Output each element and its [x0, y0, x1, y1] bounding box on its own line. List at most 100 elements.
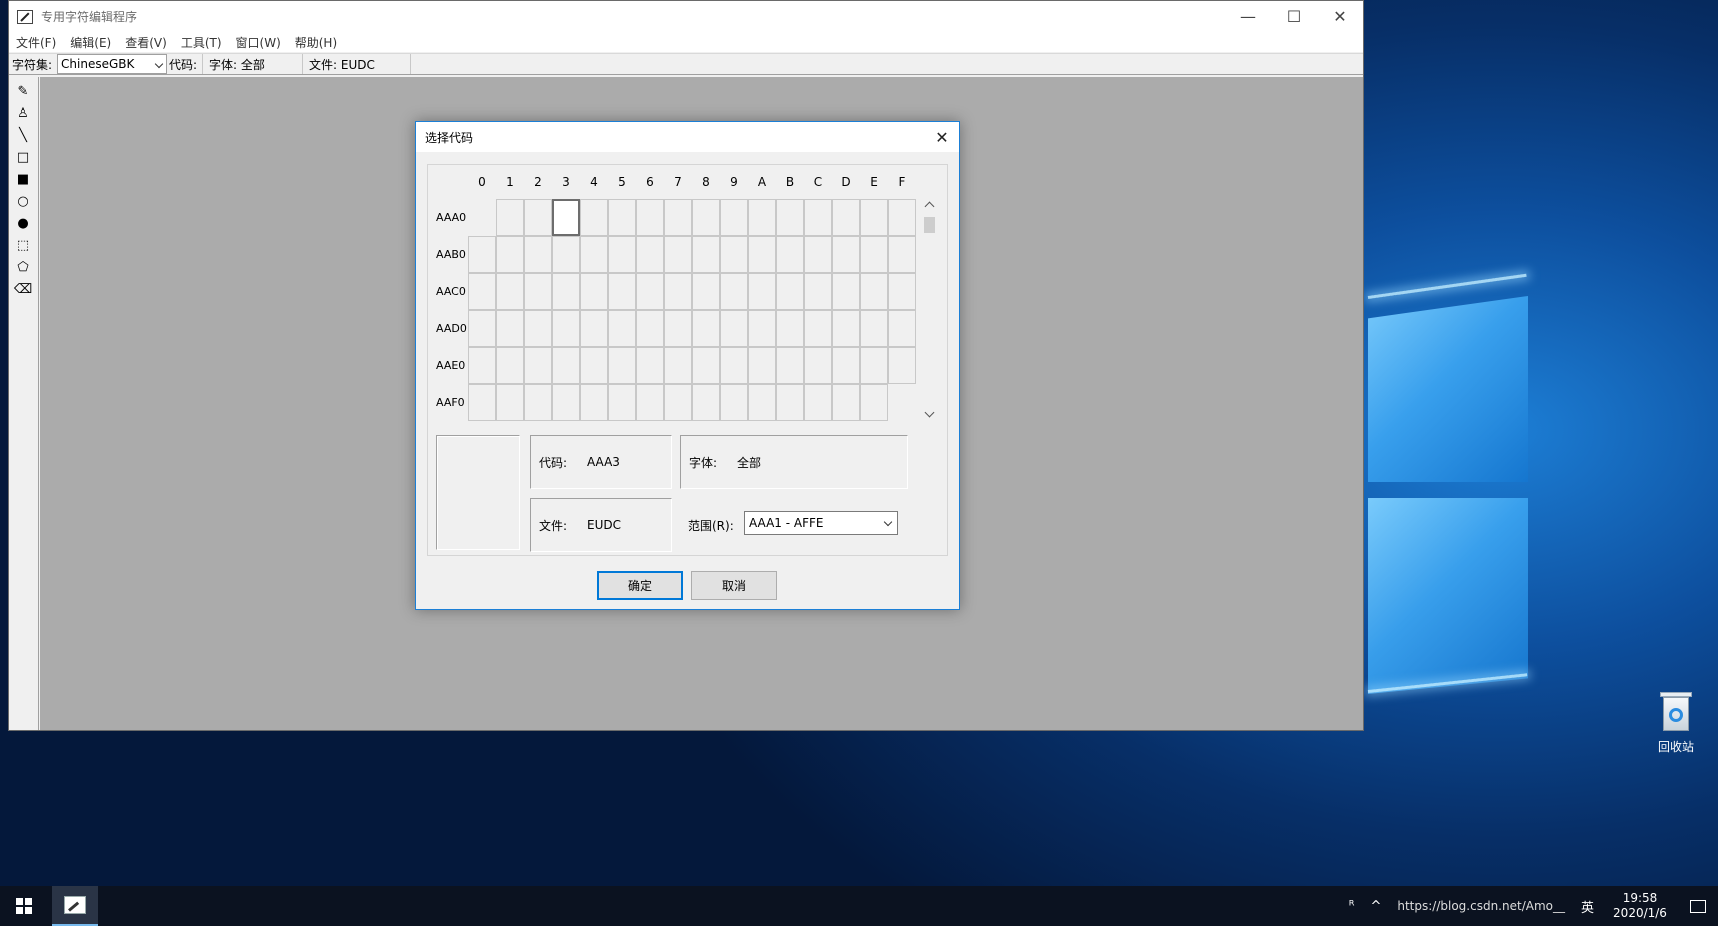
code-cell[interactable] — [692, 199, 720, 236]
code-cell[interactable] — [748, 310, 776, 347]
recycle-bin[interactable]: 回收站 — [1644, 692, 1708, 755]
code-cell[interactable] — [776, 310, 804, 347]
code-cell[interactable] — [496, 199, 524, 236]
code-cell[interactable] — [832, 273, 860, 310]
maximize-button[interactable]: ☐ — [1271, 1, 1317, 32]
title-bar[interactable]: 专用字符编辑程序 — ☐ ✕ — [9, 1, 1363, 32]
code-cell[interactable] — [776, 384, 804, 421]
menu-view[interactable]: 查看(V) — [118, 34, 174, 51]
menu-tools[interactable]: 工具(T) — [174, 34, 229, 51]
close-button[interactable]: ✕ — [1317, 1, 1363, 32]
code-cell[interactable] — [804, 236, 832, 273]
code-cell[interactable] — [720, 347, 748, 384]
code-cell[interactable] — [804, 273, 832, 310]
code-cell[interactable] — [580, 199, 608, 236]
start-button[interactable] — [0, 886, 48, 926]
ellipse-outline-icon[interactable]: ○ — [15, 193, 31, 209]
range-select[interactable]: AAA1 - AFFE — [744, 511, 898, 535]
code-cell[interactable] — [580, 310, 608, 347]
code-cell[interactable] — [776, 273, 804, 310]
menu-window[interactable]: 窗口(W) — [229, 34, 288, 51]
code-cell[interactable] — [664, 236, 692, 273]
code-cell[interactable] — [860, 273, 888, 310]
code-cell[interactable] — [776, 347, 804, 384]
code-cell[interactable] — [496, 236, 524, 273]
eraser-icon[interactable]: ⌫ — [14, 281, 32, 297]
code-cell[interactable] — [468, 236, 496, 273]
code-cell[interactable] — [832, 199, 860, 236]
code-cell[interactable] — [832, 236, 860, 273]
chevron-up-icon[interactable]: ^ — [1362, 899, 1389, 914]
notification-button[interactable] — [1678, 886, 1718, 926]
code-cell[interactable] — [524, 310, 552, 347]
code-cell[interactable] — [524, 347, 552, 384]
code-cell[interactable] — [804, 347, 832, 384]
code-cell[interactable] — [552, 384, 580, 421]
code-cell[interactable] — [860, 347, 888, 384]
code-cell[interactable] — [720, 199, 748, 236]
code-cell[interactable] — [692, 384, 720, 421]
minimize-button[interactable]: — — [1225, 1, 1271, 32]
code-cell[interactable] — [748, 273, 776, 310]
code-cell[interactable] — [888, 236, 916, 273]
people-icon[interactable]: ᴿ — [1341, 899, 1363, 914]
code-cell[interactable] — [748, 236, 776, 273]
code-cell[interactable] — [720, 236, 748, 273]
pencil-icon[interactable]: ✎ — [15, 83, 31, 99]
code-cell[interactable] — [720, 310, 748, 347]
code-cell[interactable] — [692, 236, 720, 273]
code-cell[interactable] — [664, 384, 692, 421]
code-cell[interactable] — [496, 273, 524, 310]
code-cell[interactable] — [580, 236, 608, 273]
freeform-select-icon[interactable]: ⬠ — [15, 259, 31, 275]
code-cell[interactable] — [524, 273, 552, 310]
code-cell[interactable] — [580, 273, 608, 310]
charset-select[interactable]: ChineseGBK — [57, 54, 168, 74]
code-cell[interactable] — [748, 384, 776, 421]
code-cell[interactable] — [860, 310, 888, 347]
code-cell[interactable] — [888, 310, 916, 347]
ime-indicator[interactable]: 英 — [1573, 897, 1602, 916]
dialog-close-button[interactable]: ✕ — [925, 122, 959, 152]
clock[interactable]: 19:58 2020/1/6 — [1602, 891, 1678, 921]
code-cell[interactable] — [636, 199, 664, 236]
code-cell[interactable] — [888, 273, 916, 310]
code-cell[interactable] — [496, 384, 524, 421]
code-cell[interactable] — [468, 273, 496, 310]
code-cell[interactable] — [860, 236, 888, 273]
code-cell[interactable] — [748, 199, 776, 236]
code-cell[interactable] — [580, 347, 608, 384]
rectangle-filled-icon[interactable]: ■ — [15, 171, 31, 187]
code-cell[interactable] — [524, 236, 552, 273]
cancel-button[interactable]: 取消 — [691, 571, 777, 600]
code-cell[interactable] — [776, 236, 804, 273]
code-cell[interactable] — [468, 384, 496, 421]
code-cell[interactable] — [664, 273, 692, 310]
scroll-up-icon[interactable] — [924, 201, 935, 212]
code-cell[interactable] — [552, 347, 580, 384]
code-cell[interactable] — [776, 199, 804, 236]
code-cell[interactable] — [552, 310, 580, 347]
menu-file[interactable]: 文件(F) — [9, 34, 63, 51]
code-cell[interactable] — [524, 384, 552, 421]
rectangle-outline-icon[interactable]: □ — [15, 149, 31, 165]
taskbar-app-eudcedit[interactable] — [52, 886, 98, 926]
code-cell[interactable] — [692, 310, 720, 347]
menu-edit[interactable]: 编辑(E) — [63, 34, 118, 51]
code-cell[interactable] — [720, 273, 748, 310]
code-cell[interactable] — [832, 347, 860, 384]
code-cell[interactable] — [636, 273, 664, 310]
code-cell[interactable] — [608, 236, 636, 273]
code-cell[interactable] — [468, 310, 496, 347]
code-cell[interactable] — [496, 310, 524, 347]
code-cell[interactable] — [552, 199, 580, 236]
code-cell[interactable] — [608, 199, 636, 236]
code-cell[interactable] — [860, 199, 888, 236]
code-cell[interactable] — [888, 199, 916, 236]
rect-select-icon[interactable]: ⬚ — [15, 237, 31, 253]
code-cell[interactable] — [608, 347, 636, 384]
code-cell[interactable] — [692, 273, 720, 310]
code-cell[interactable] — [552, 273, 580, 310]
grid-scrollbar[interactable] — [921, 199, 938, 423]
code-cell[interactable] — [524, 199, 552, 236]
